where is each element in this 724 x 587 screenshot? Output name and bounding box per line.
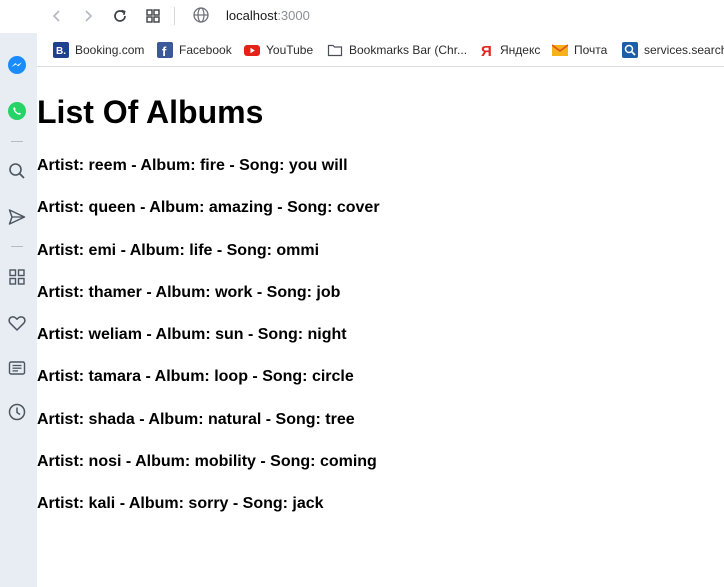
album-item: Artist: reem - Album: fire - Song: you w…	[37, 157, 348, 174]
bookmark-services-search[interactable]: services.search	[622, 41, 724, 59]
back-button[interactable]	[46, 5, 68, 27]
bookmark-youtube[interactable]: YouTube	[244, 41, 313, 59]
address-bar[interactable]: localhost:3000	[226, 8, 310, 23]
toolbar-divider	[174, 7, 175, 25]
svg-text:f: f	[162, 44, 167, 58]
mail-icon	[552, 42, 568, 58]
booking-icon: B.	[53, 42, 69, 58]
search-icon[interactable]	[6, 160, 28, 182]
bookmark-yandex[interactable]: Я Яндекс	[478, 41, 540, 59]
facebook-icon: f	[157, 42, 173, 58]
send-icon[interactable]	[6, 206, 28, 228]
browser-toolbar: localhost:3000	[0, 0, 724, 33]
album-item: Artist: tamara - Album: loop - Song: cir…	[37, 368, 354, 386]
youtube-icon	[244, 42, 260, 58]
album-list: Artist: reem - Album: fire - Song: you w…	[37, 156, 380, 536]
browser-sidebar	[0, 33, 37, 587]
bookmark-folder[interactable]: Bookmarks Bar (Chr...	[327, 41, 467, 59]
search-service-icon	[622, 42, 638, 58]
forward-button[interactable]	[77, 5, 99, 27]
bookmarks-bar: B. Booking.com f Facebook YouTube Bookma…	[37, 33, 724, 67]
page-title: List Of Albums	[37, 94, 264, 130]
reload-button[interactable]	[109, 5, 131, 27]
browser-window: localhost:3000 B. Booking.com f Facebook…	[0, 0, 724, 587]
news-icon[interactable]	[6, 357, 28, 379]
folder-icon	[327, 42, 343, 58]
svg-text:B.: B.	[56, 46, 66, 57]
history-icon[interactable]	[6, 401, 28, 423]
svg-text:Я: Я	[481, 43, 492, 58]
bookmark-facebook[interactable]: f Facebook	[157, 41, 232, 59]
sidebar-divider	[11, 246, 23, 247]
address-host: localhost	[226, 8, 278, 23]
heart-icon[interactable]	[6, 312, 28, 334]
bookmark-label: Booking.com	[75, 43, 145, 57]
bookmark-booking[interactable]: B. Booking.com	[53, 41, 144, 59]
globe-icon[interactable]	[192, 6, 210, 24]
bookmark-mail[interactable]: Почта	[552, 41, 607, 59]
apps-icon[interactable]	[6, 266, 28, 288]
bookmark-label: Почта	[574, 43, 608, 57]
tabs-grid-button[interactable]	[142, 5, 164, 27]
messenger-icon[interactable]	[6, 54, 28, 76]
album-item: Artist: weliam - Album: sun - Song: nigh…	[37, 326, 347, 343]
sidebar-divider	[11, 141, 23, 142]
album-item: Artist: kali - Album: sorry - Song: jack	[37, 495, 324, 512]
album-item: Artist: queen - Album: amazing - Song: c…	[37, 199, 380, 217]
whatsapp-icon[interactable]	[6, 100, 28, 122]
grid-icon	[146, 9, 160, 23]
album-item: Artist: nosi - Album: mobility - Song: c…	[37, 452, 377, 470]
address-port: :3000	[277, 8, 310, 23]
album-item: Artist: thamer - Album: work - Song: job	[37, 283, 341, 301]
reload-icon	[114, 9, 126, 22]
yandex-icon: Я	[478, 42, 494, 58]
bookmark-label: Facebook	[179, 43, 232, 57]
page-content: List Of Albums Artist: reem - Album: fir…	[37, 68, 724, 587]
album-item: Artist: emi - Album: life - Song: ommi	[37, 241, 320, 259]
bookmark-label: services.search	[644, 43, 724, 57]
bookmark-label: Bookmarks Bar (Chr...	[349, 43, 468, 57]
album-item: Artist: shada - Album: natural - Song: t…	[37, 410, 355, 428]
bookmark-label: YouTube	[266, 43, 314, 57]
bookmark-label: Яндекс	[500, 43, 541, 57]
chevron-right-icon	[85, 10, 93, 22]
chevron-left-icon	[52, 10, 60, 22]
